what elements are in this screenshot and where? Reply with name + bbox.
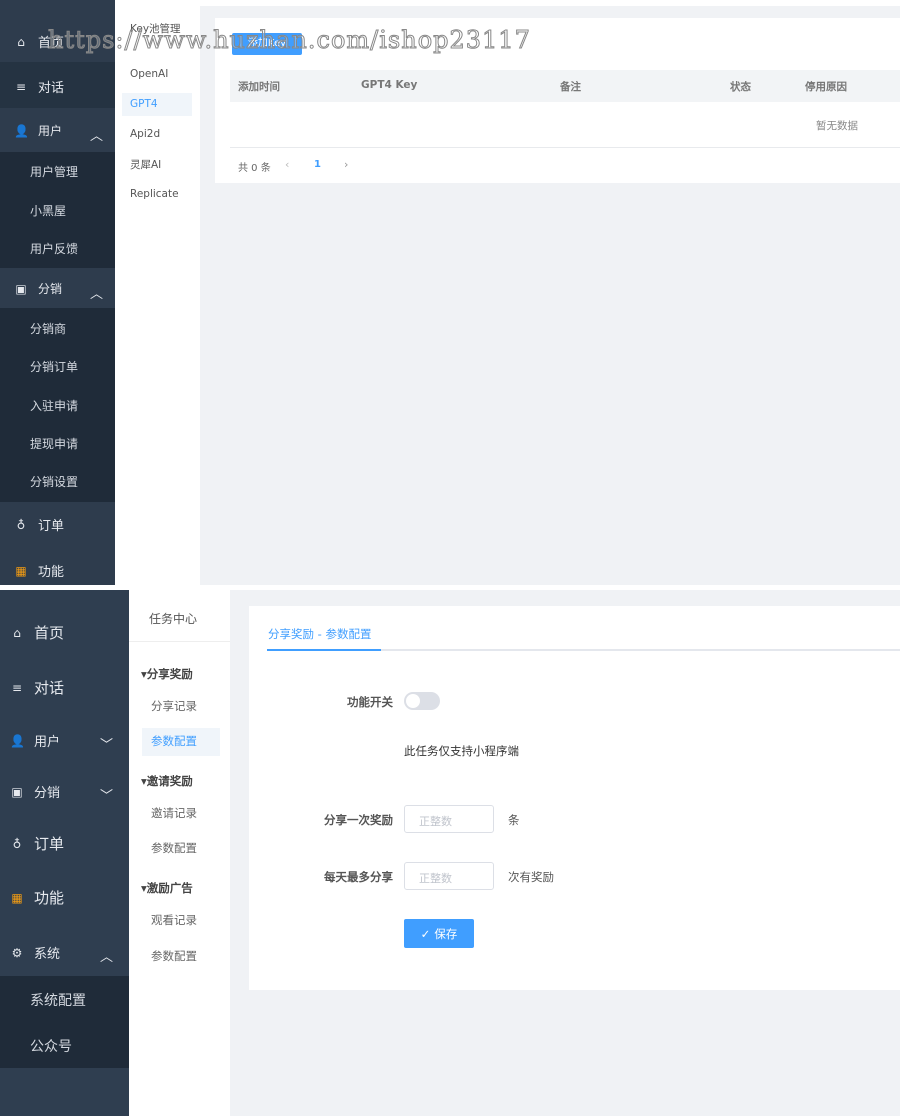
system-submenu: 系统配置 公众号 (0, 976, 129, 1068)
share-config[interactable]: 参数配置 (151, 733, 197, 749)
invite-config[interactable]: 参数配置 (151, 840, 197, 856)
table-header: 添加时间 GPT4 Key 备注 状态 停用原因 (230, 70, 900, 102)
prev-page-icon[interactable]: ‹ (285, 158, 289, 171)
nav-label: 首页 (34, 624, 65, 642)
menu-icon: ≡ (11, 680, 23, 695)
nav-user[interactable]: 👤 用户 (10, 731, 61, 751)
note-text: 此任务仅支持小程序端 (404, 744, 519, 758)
nav-label: 分销 (34, 786, 61, 801)
switch-label: 功能开关 (347, 695, 393, 709)
menu-icon: ≡ (15, 79, 27, 94)
subnav-title: 任务中心 (149, 612, 198, 626)
task-center-screen: ⌂ 首页 ≡ 对话 👤 用户 ﹀ ▣ 分销 ﹀ ♁ 订单 ▦ 功能 ⚙ 系统 ︿ 系统配置 公… (0, 590, 900, 1116)
home-icon: ⌂ (13, 625, 21, 640)
subnav-title: Key池管理 (130, 23, 181, 35)
nav-distribution[interactable]: ▣ 分销 (10, 782, 61, 802)
home-icon: ⌂ (17, 34, 25, 49)
group-ad-reward[interactable]: ▾激励广告 (141, 880, 193, 896)
nav-distribution[interactable]: ▣ 分销 (14, 280, 62, 297)
nav-features[interactable]: ▦ 功能 (14, 561, 65, 581)
sidebar: ⌂ 首页 ≡ 对话 👤 用户 ︿ 用户管理 小黑屋 用户反馈 ▣ 分销 ︿ 分销商 分销… (0, 0, 115, 585)
nav-label: 功能 (34, 889, 65, 907)
nav-label: 功能 (38, 565, 65, 580)
sidebar: ⌂ 首页 ≡ 对话 👤 用户 ﹀ ▣ 分销 ﹀ ♁ 订单 ▦ 功能 ⚙ 系统 ︿ 系统配置 公… (0, 590, 129, 1116)
save-button[interactable]: ✓ 保存 (404, 919, 474, 948)
grid-icon: ▦ (15, 563, 27, 578)
subnav-api2d[interactable]: Api2d (130, 128, 160, 140)
col-added-time: 添加时间 (238, 81, 280, 93)
nav-label: 分销 (38, 282, 63, 296)
user-icon: 👤 (10, 733, 25, 748)
nav-label: 首页 (38, 36, 65, 51)
col-reason: 停用原因 (805, 81, 847, 93)
nav-label: 订单 (38, 519, 65, 534)
feature-toggle[interactable] (404, 692, 440, 710)
col-status: 状态 (730, 81, 751, 93)
col-remark: 备注 (560, 81, 581, 93)
invite-records[interactable]: 邀请记录 (151, 805, 197, 821)
group-label: 分享奖励 (146, 667, 193, 681)
chevron-up-icon: ︿ (90, 129, 104, 144)
max-share-input[interactable]: 正整数 (404, 862, 494, 890)
reward-unit: 条 (508, 813, 520, 827)
subnav-gpt4[interactable]: GPT4 (130, 98, 158, 110)
nav-system[interactable]: ⚙ 系统 (10, 943, 61, 963)
task-subnav: 任务中心 ▾分享奖励 分享记录 参数配置 ▾邀请奖励 邀请记录 参数配置 ▾激励… (129, 590, 230, 1116)
group-invite-reward[interactable]: ▾邀请奖励 (141, 773, 193, 789)
nav-chat[interactable]: ≡ 对话 (10, 677, 64, 698)
subnav-replicate[interactable]: Replicate (130, 188, 179, 200)
save-label: 保存 (434, 926, 458, 941)
nav-home[interactable]: ⌂ 首页 (10, 622, 64, 643)
grid-icon: ▦ (11, 890, 23, 905)
col-key: GPT4 Key (361, 79, 418, 91)
subnav-lingxi[interactable]: 灵犀AI (130, 157, 161, 172)
page-1[interactable]: 1 (314, 159, 321, 170)
ad-config[interactable]: 参数配置 (151, 948, 197, 964)
nav-label: 系统 (34, 947, 61, 962)
chevron-up-icon: ︿ (90, 287, 104, 302)
total-count: 共 0 条 (238, 163, 271, 174)
tab-share-config[interactable]: 分享奖励 - 参数配置 (268, 626, 371, 642)
chevron-down-icon: ﹀ (100, 789, 114, 804)
nav-label: 用户 (34, 735, 61, 750)
empty-text: 暂无数据 (816, 120, 858, 132)
group-label: 激励广告 (146, 881, 193, 895)
gear-icon: ⚙ (11, 945, 23, 960)
nav-label: 用户 (38, 124, 63, 138)
chevron-down-icon: ﹀ (100, 738, 114, 753)
nav-label: 订单 (34, 835, 65, 853)
group-share-reward[interactable]: ▾分享奖励 (141, 666, 193, 682)
subnav-openai[interactable]: OpenAI (130, 68, 168, 80)
distribution-icon: ▣ (15, 281, 27, 296)
max-share-unit: 次有奖励 (508, 870, 554, 884)
nav-home[interactable]: ⌂ 首页 (14, 32, 65, 52)
config-card: 分享奖励 - 参数配置 功能开关 此任务仅支持小程序端 分享一次奖励 正整数 条… (249, 606, 900, 990)
nav-orders[interactable]: ♁ 订单 (10, 833, 64, 854)
user-submenu: 用户管理 小黑屋 用户反馈 (0, 152, 115, 268)
reward-input[interactable]: 正整数 (404, 805, 494, 833)
next-page-icon[interactable]: › (344, 158, 348, 171)
ad-records[interactable]: 观看记录 (151, 912, 197, 928)
check-icon: ✓ (420, 926, 431, 941)
key-pool-subnav: Key池管理 OpenAI GPT4 Api2d 灵犀AI Replicate (115, 0, 200, 585)
nav-chat[interactable]: ≡ 对话 (14, 77, 65, 97)
add-key-button[interactable]: 添加Key (232, 33, 302, 55)
distribution-submenu: 分销商 分销订单 入驻申请 提现申请 分销设置 (0, 308, 115, 502)
max-share-label: 每天最多分享 (324, 870, 393, 884)
share-records[interactable]: 分享记录 (151, 698, 197, 714)
nav-label: 对话 (38, 81, 65, 96)
key-pool-screen: ⌂ 首页 ≡ 对话 👤 用户 ︿ 用户管理 小黑屋 用户反馈 ▣ 分销 ︿ 分销商 分销… (0, 0, 900, 585)
nav-features[interactable]: ▦ 功能 (10, 887, 64, 908)
money-bag-icon: ♁ (12, 836, 22, 851)
reward-label: 分享一次奖励 (324, 813, 393, 827)
money-bag-icon: ♁ (16, 517, 26, 532)
key-card: 添加Key 添加时间 GPT4 Key 备注 状态 停用原因 暂无数据 共 0 … (215, 18, 900, 183)
nav-orders[interactable]: ♁ 订单 (14, 515, 65, 535)
group-label: 邀请奖励 (146, 774, 193, 788)
nav-label: 对话 (34, 679, 65, 697)
chevron-up-icon: ︿ (100, 950, 114, 965)
nav-user[interactable]: 👤 用户 (14, 122, 62, 139)
user-icon: 👤 (14, 123, 29, 138)
distribution-icon: ▣ (11, 784, 23, 799)
